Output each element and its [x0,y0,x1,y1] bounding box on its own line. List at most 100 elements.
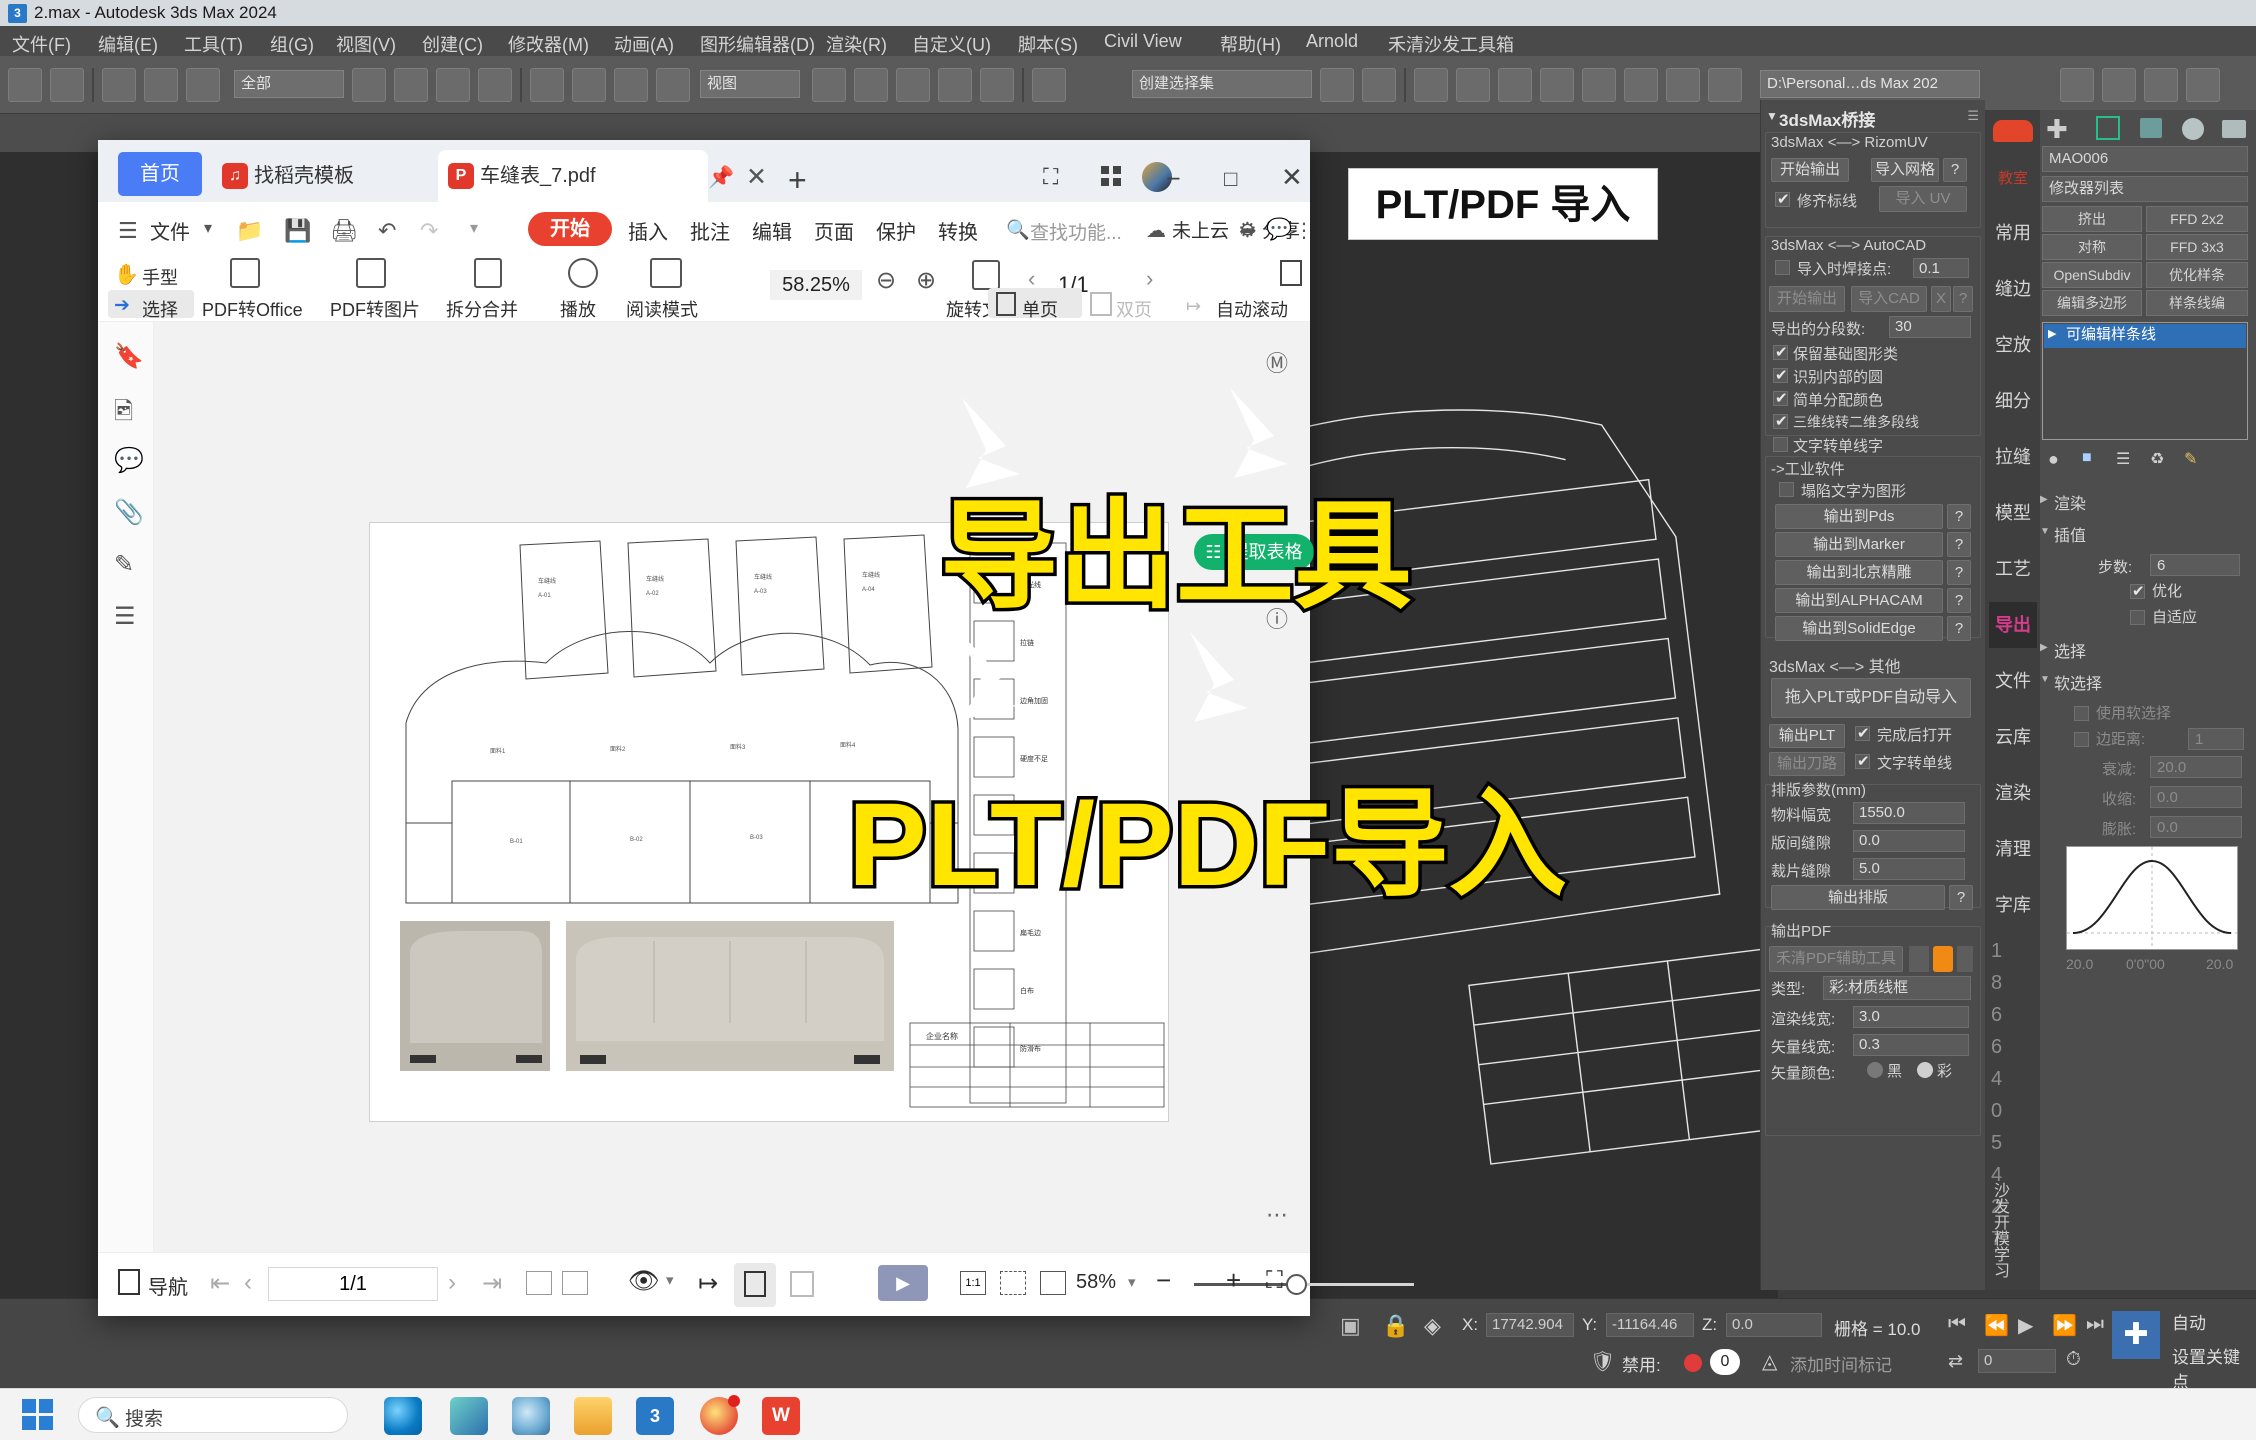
minimize-window-icon[interactable]: − [1166,165,1181,194]
pdf2office-label[interactable]: PDF转Office [202,296,303,322]
modifier-optimize-spline-button[interactable]: 优化样条 [2146,262,2248,288]
rollout-interpolation-arrow-icon[interactable]: ▼ [2040,526,2050,537]
curve-editor-icon[interactable] [1498,68,1532,102]
ribbon-tab-convert[interactable]: 转换 [938,216,978,245]
actual-size-icon[interactable]: 1:1 [960,1271,986,1295]
eye-protect-caret-icon[interactable]: ▾ [666,1271,674,1289]
sidebar-item-seamedge[interactable]: 缝边 [1989,266,2037,312]
ribbon-tab-protect[interactable]: 保护 [876,216,916,245]
export-beijing-jingdiao-button[interactable]: 输出到北京精雕 [1775,560,1943,585]
lock-icon[interactable]: 🔒 [1382,1313,1409,1339]
keep-base-shape-checkbox[interactable] [1773,343,1788,361]
auto-scroll-label[interactable]: 自动滚动 [1216,296,1288,322]
pin-stack-icon[interactable]: ● [2048,449,2059,470]
motion-tab-icon[interactable] [2182,118,2204,140]
project-path-combo[interactable]: D:\Personal…ds Max 202 [1760,70,1980,98]
auto-key-indicator[interactable] [1684,1354,1702,1372]
single-page-label[interactable]: 单页 [1022,296,1058,322]
pdf2office-icon[interactable] [230,258,260,288]
rollout-selection-header[interactable]: 选择 [2054,638,2086,662]
coord-z-field[interactable]: 0.0 [1726,1313,1822,1337]
cad-clear-button[interactable]: X [1931,286,1951,312]
spinner-snap-icon[interactable] [980,68,1014,102]
edge-distance-checkbox[interactable] [2074,732,2089,747]
ribbon-tab-insert[interactable]: 插入 [628,216,668,245]
cad-import-button[interactable]: 导入CAD [1851,286,1927,312]
maximize-window-icon[interactable]: □ [1224,166,1237,192]
sidebar-item-classroom[interactable]: 教室 [1989,156,2037,202]
layers-icon[interactable]: ☰ [114,602,140,630]
display-tab-icon[interactable] [2222,120,2246,138]
taskbar-app-wps[interactable]: W [762,1397,800,1435]
vector-color-color-radio[interactable] [1917,1062,1933,1078]
zoom-plus-button[interactable]: + [1226,1265,1241,1296]
save-icon[interactable]: 💾 [284,218,311,244]
fullscreen-icon[interactable]: ⛶ [1266,1267,1283,1295]
page-number-field[interactable]: 1/1 [268,1267,438,1301]
time-tag-icon[interactable]: ◬ [1762,1349,1777,1374]
redo-icon[interactable] [50,68,84,102]
select-tool-icon[interactable]: ➔ [114,294,130,317]
goto-end-icon[interactable]: ⏭ [2086,1313,2104,1336]
ribbon-tab-start[interactable]: 开始 [528,212,612,246]
plate-gap-value[interactable]: 0.0 [1853,830,1965,852]
collapse-arrow-icon[interactable]: ▼ [1766,109,1778,123]
export-layout-button[interactable]: 输出排版 [1771,885,1945,910]
last-page-icon[interactable]: ⇥ [482,1269,502,1298]
undo-icon[interactable]: ↶ [378,218,396,244]
export-marker-help[interactable]: ? [1947,532,1971,557]
cad-weld-checkbox[interactable] [1775,260,1790,275]
auto-scroll-icon[interactable] [1280,260,1302,286]
pdf-type-dropdown[interactable]: 彩:材质线框 [1823,976,1971,1000]
simple-color-checkbox[interactable] [1773,389,1788,407]
menu-create[interactable]: 创建(C) [416,29,489,59]
auto-key-label[interactable]: 自动 [2172,1309,2206,1334]
tab-pdf-document[interactable]: P 车缝表_7.pdf [438,150,708,202]
export-alphacam-button[interactable]: 输出到ALPHACAM [1775,588,1943,613]
toolbar-overflow-icon[interactable] [2186,68,2220,102]
sidebar-item-cloud[interactable]: 云库 [1989,714,2037,760]
prev-page-icon-bottom[interactable]: ‹ [244,1269,252,1297]
steps-value[interactable]: 6 [2150,554,2240,576]
comment-icon[interactable]: 💬 [114,446,144,474]
ribbon-tab-edit[interactable]: 编辑 [752,216,792,245]
next-page-icon-bottom[interactable]: › [448,1269,456,1297]
rollout-selection-arrow-icon[interactable]: ▶ [2040,642,2048,653]
pinch-value[interactable]: 0.0 [2150,786,2242,808]
sidebar-item-common[interactable]: 常用 [1989,210,2037,256]
render-frame-icon[interactable] [1666,68,1700,102]
keyframe-count[interactable]: 0 [1710,1349,1740,1375]
placement-icon[interactable] [656,68,690,102]
rollout-render-arrow-icon[interactable]: ▶ [2040,494,2048,505]
ribbon-icon[interactable] [1456,68,1490,102]
accessibility-icon[interactable]: Ⓜ [1266,346,1288,378]
remove-modifier-icon[interactable]: ♻ [2150,449,2164,469]
cloud-status-label[interactable]: 未上云 [1172,216,1229,243]
text-singleline-checkbox2[interactable] [1855,752,1870,770]
menu-views[interactable]: 视图(V) [330,29,402,59]
navigation-icon[interactable] [118,1269,140,1295]
menu-heqing-toolbox[interactable]: 禾清沙发工具箱 [1382,29,1520,59]
export-layout-help[interactable]: ? [1949,885,1973,910]
menu-grapheditor[interactable]: 图形编辑器(D) [694,29,821,59]
configure-modifier-sets-icon[interactable]: ✎ [2184,449,2197,469]
menu-scripting[interactable]: 脚本(S) [1012,29,1084,59]
canvas-more-icon[interactable]: ⋯ [1266,1202,1288,1228]
object-name-field[interactable]: MAO006 [2042,146,2248,172]
detect-inner-circle-checkbox[interactable] [1773,366,1788,384]
close-tab-icon[interactable]: ✕ [746,162,767,192]
play-tool-icon[interactable] [568,258,598,288]
set-key-label[interactable]: 设置关键点 [2172,1343,2256,1393]
sidebar-item-fontlib[interactable]: 字库 [1989,882,2037,928]
taskbar-app-photos[interactable] [450,1397,488,1435]
prev-frame-icon[interactable]: ⏪ [1984,1313,2009,1338]
reference-coord-combo[interactable]: 视图 [700,70,800,98]
first-page-icon[interactable]: ⇤ [210,1269,230,1298]
export-marker-button[interactable]: 输出到Marker [1775,532,1943,557]
taskbar-app-edge[interactable] [384,1397,422,1435]
named-selection-set-combo[interactable]: 创建选择集 [1132,70,1312,98]
stack-expand-arrow-icon[interactable]: ▶ [2048,327,2056,340]
text-to-singleline-checkbox[interactable] [1773,437,1788,452]
single-page-icon-bottom[interactable] [744,1271,766,1297]
taskbar-app-3dsmax[interactable]: 3 [636,1397,674,1435]
